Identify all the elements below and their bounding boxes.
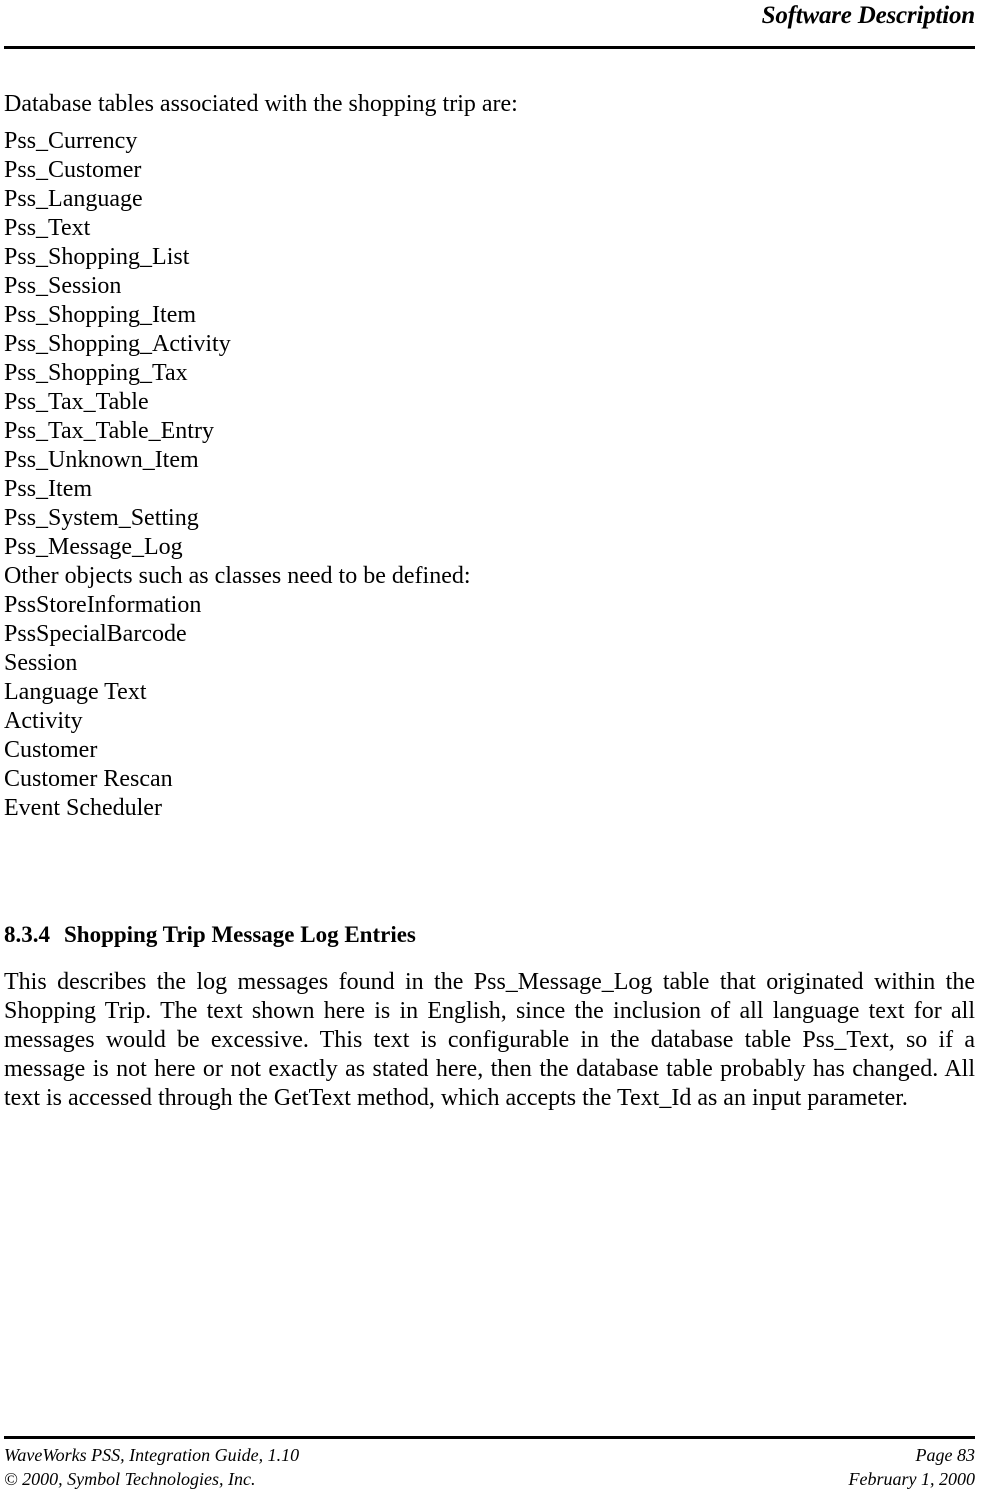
intro-line: Database tables associated with the shop… xyxy=(4,91,518,117)
list-item: Pss_Customer xyxy=(4,157,142,183)
page-header-title: Software Description xyxy=(761,2,976,29)
list-item: Pss_Language xyxy=(4,186,143,212)
footer-copyright: © 2000, Symbol Technologies, Inc. xyxy=(4,1469,256,1489)
list-item: Pss_Shopping_Item xyxy=(4,302,197,328)
list-item: Customer xyxy=(4,737,98,763)
list-item: Other objects such as classes need to be… xyxy=(4,563,471,589)
list-item: Pss_System_Setting xyxy=(4,505,199,531)
list-item: Pss_Unknown_Item xyxy=(4,447,199,473)
list-item: Customer Rescan xyxy=(4,766,173,792)
list-item: Activity xyxy=(4,708,83,734)
list-item: Event Scheduler xyxy=(4,795,162,821)
list-item: Pss_Session xyxy=(4,273,122,299)
page-footer: WaveWorks PSS, Integration Guide, 1.10 ©… xyxy=(4,1443,975,1491)
list-item: Pss_Shopping_Tax xyxy=(4,360,188,386)
section-title: Shopping Trip Message Log Entries xyxy=(64,922,416,948)
footer-page-number: Page 83 xyxy=(915,1445,975,1465)
list-item: Pss_Text xyxy=(4,215,91,241)
list-item: Pss_Item xyxy=(4,476,93,502)
list-item: Language Text xyxy=(4,679,147,705)
list-item: Session xyxy=(4,650,78,676)
list-item: PssStoreInformation xyxy=(4,592,202,618)
list-item: Pss_Shopping_Activity xyxy=(4,331,231,357)
list-item: Pss_Currency xyxy=(4,128,138,154)
footer-right-column: Page 83 February 1, 2000 xyxy=(849,1443,975,1491)
section-heading: 8.3.4 Shopping Trip Message Log Entries xyxy=(4,921,975,949)
footer-date: February 1, 2000 xyxy=(848,1469,975,1489)
list-item: Pss_Shopping_List xyxy=(4,244,190,270)
footer-guide-title: WaveWorks PSS, Integration Guide, 1.10 xyxy=(4,1445,300,1465)
footer-divider xyxy=(4,1436,975,1439)
database-table-list: Pss_Currency Pss_Customer Pss_Language P… xyxy=(4,127,975,823)
page-content: Database tables associated with the shop… xyxy=(4,90,975,823)
section-number: 8.3.4 xyxy=(4,922,50,948)
list-item: Pss_Tax_Table_Entry xyxy=(4,418,214,444)
list-item: Pss_Tax_Table xyxy=(4,389,149,415)
list-item: PssSpecialBarcode xyxy=(4,621,187,647)
footer-left-column: WaveWorks PSS, Integration Guide, 1.10 ©… xyxy=(4,1443,299,1491)
section-paragraph: This describes the log messages found in… xyxy=(4,969,975,1111)
header-divider xyxy=(4,46,975,49)
document-page: Software Description Database tables ass… xyxy=(0,0,981,1494)
list-item: Pss_Message_Log xyxy=(4,534,183,560)
